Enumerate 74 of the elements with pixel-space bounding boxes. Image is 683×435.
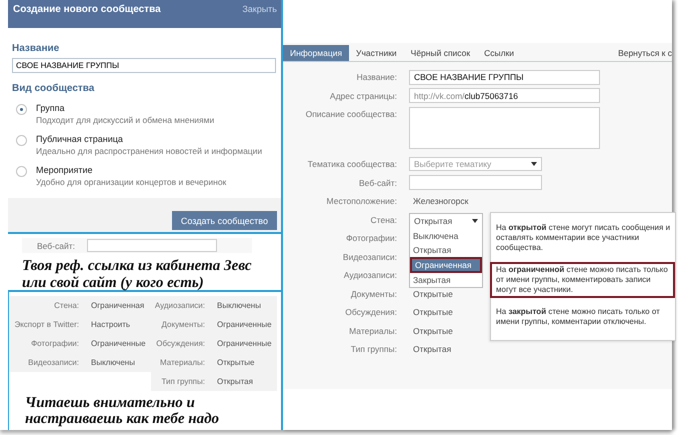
field-value: Открытые (412, 326, 453, 336)
field-value: Открытые (412, 288, 453, 299)
dropdown-option[interactable]: Ограниченная (410, 256, 482, 272)
setting-label: Экспорт в Twitter: (9, 315, 83, 334)
setting-value: Ограниченные (209, 315, 277, 334)
setting-label: Материалы: (151, 353, 209, 372)
caret-icon (531, 162, 537, 166)
tab[interactable]: Участники (349, 45, 404, 61)
field-label: Веб-сайт: (37, 240, 75, 250)
section-title: Вид сообщества (12, 83, 96, 94)
dialog-title: Создание нового сообщества (13, 4, 161, 17)
tab[interactable]: Информация (283, 45, 350, 61)
tab[interactable]: Чёрный список (404, 45, 478, 61)
hint-text: На открытой стене могут писать сообщения и оставлять комментарии все участники сообщества. (495, 222, 672, 254)
annotation-text: Читаешь внимательно и настраиваешь как тебе надо (25, 395, 220, 427)
description-field[interactable] (409, 107, 600, 149)
setting-label: Стена: (9, 296, 83, 315)
setting-label: Аудиозаписи: (151, 296, 209, 315)
back-link[interactable]: Вернуться к с (618, 45, 672, 61)
text-field[interactable]: СВОЕ НАЗВАНИЕ ГРУППЫ (409, 70, 600, 85)
field-label: Документы: (350, 288, 398, 301)
field-label: Название (12, 43, 60, 54)
dropdown-option[interactable]: Выключена (410, 228, 482, 242)
field-label: Материалы: (348, 324, 398, 338)
setting-label: Тип группы: (151, 372, 209, 391)
setting-value: Открытые (209, 353, 277, 372)
radio-label[interactable]: Публичная страница (36, 134, 262, 144)
create-button[interactable]: Создать сообщество (172, 211, 277, 230)
setting-label: Обсуждения: (151, 334, 209, 353)
website-field[interactable] (86, 239, 217, 252)
field-value: Открытые (412, 307, 453, 318)
field-label: Видеозаписи: (342, 250, 398, 264)
radio-button[interactable] (16, 104, 27, 115)
setting-value: Выключены (83, 353, 151, 372)
field-value: Открытая (412, 344, 452, 354)
text-field[interactable] (409, 175, 542, 190)
radio-label[interactable]: Мероприятие (36, 165, 226, 175)
radio-button[interactable] (16, 135, 27, 146)
wall-dropdown[interactable]: Открытая (410, 214, 482, 228)
setting-value: Настроить (83, 315, 151, 334)
option-description: Подходит для дискуссий и обмена мнениями (36, 115, 214, 125)
field-label: Стена: (370, 214, 398, 226)
field-label: Фотографии: (345, 232, 398, 245)
address-field[interactable]: http://vk.com/club75063716 (409, 88, 600, 104)
name-field[interactable]: СВОЕ НАЗВАНИЕ ГРУППЫ (12, 58, 276, 73)
setting-value: Ограниченная (83, 296, 151, 315)
field-label: Описание сообщества: (304, 108, 398, 121)
field-label: Обсуждения: (344, 306, 398, 319)
setting-value: Выключены (209, 296, 277, 315)
field-label: Местоположение: (326, 195, 398, 208)
tab[interactable]: Ссылки (477, 45, 522, 61)
field-label: Тип группы: (350, 343, 398, 356)
setting-value: Ограниченные (209, 334, 277, 353)
field-value: Железногорск (412, 196, 468, 206)
dropdown-option[interactable]: Закрытая (410, 272, 482, 286)
field-label: Адрес страницы: (328, 90, 398, 103)
setting-label: Фотографии: (9, 334, 83, 353)
radio-button[interactable] (16, 166, 27, 177)
option-description: Удобно для организации концертов и вечеринок (36, 177, 226, 187)
caret-icon (472, 219, 478, 223)
hint-text: На ограниченной стене можно писать только от имени группы, комментировать записи могут все участники. (490, 262, 675, 298)
setting-label: Документы: (151, 315, 209, 334)
field-label: Название: (356, 71, 398, 84)
setting-label: Видеозаписи: (9, 353, 83, 372)
annotation-text: Твоя реф. ссылка из кабинета Зевс или свой сайт (у кого есть) (22, 258, 252, 292)
field-label: Веб-сайт: (358, 176, 398, 190)
setting-value: Ограниченные (83, 334, 151, 353)
dropdown-option[interactable]: Открытая (410, 242, 482, 256)
field-label: Аудиозаписи: (342, 269, 398, 282)
option-description: Идеально для распространения новостей и информации (36, 146, 262, 156)
hint-text: На закрытой стене можно писать только от имени группы, комментарии отключены. (495, 306, 661, 328)
field-label: Тематика сообщества: (306, 158, 398, 171)
setting-value: Открытая (209, 372, 277, 391)
radio-label[interactable]: Группа (36, 103, 214, 113)
